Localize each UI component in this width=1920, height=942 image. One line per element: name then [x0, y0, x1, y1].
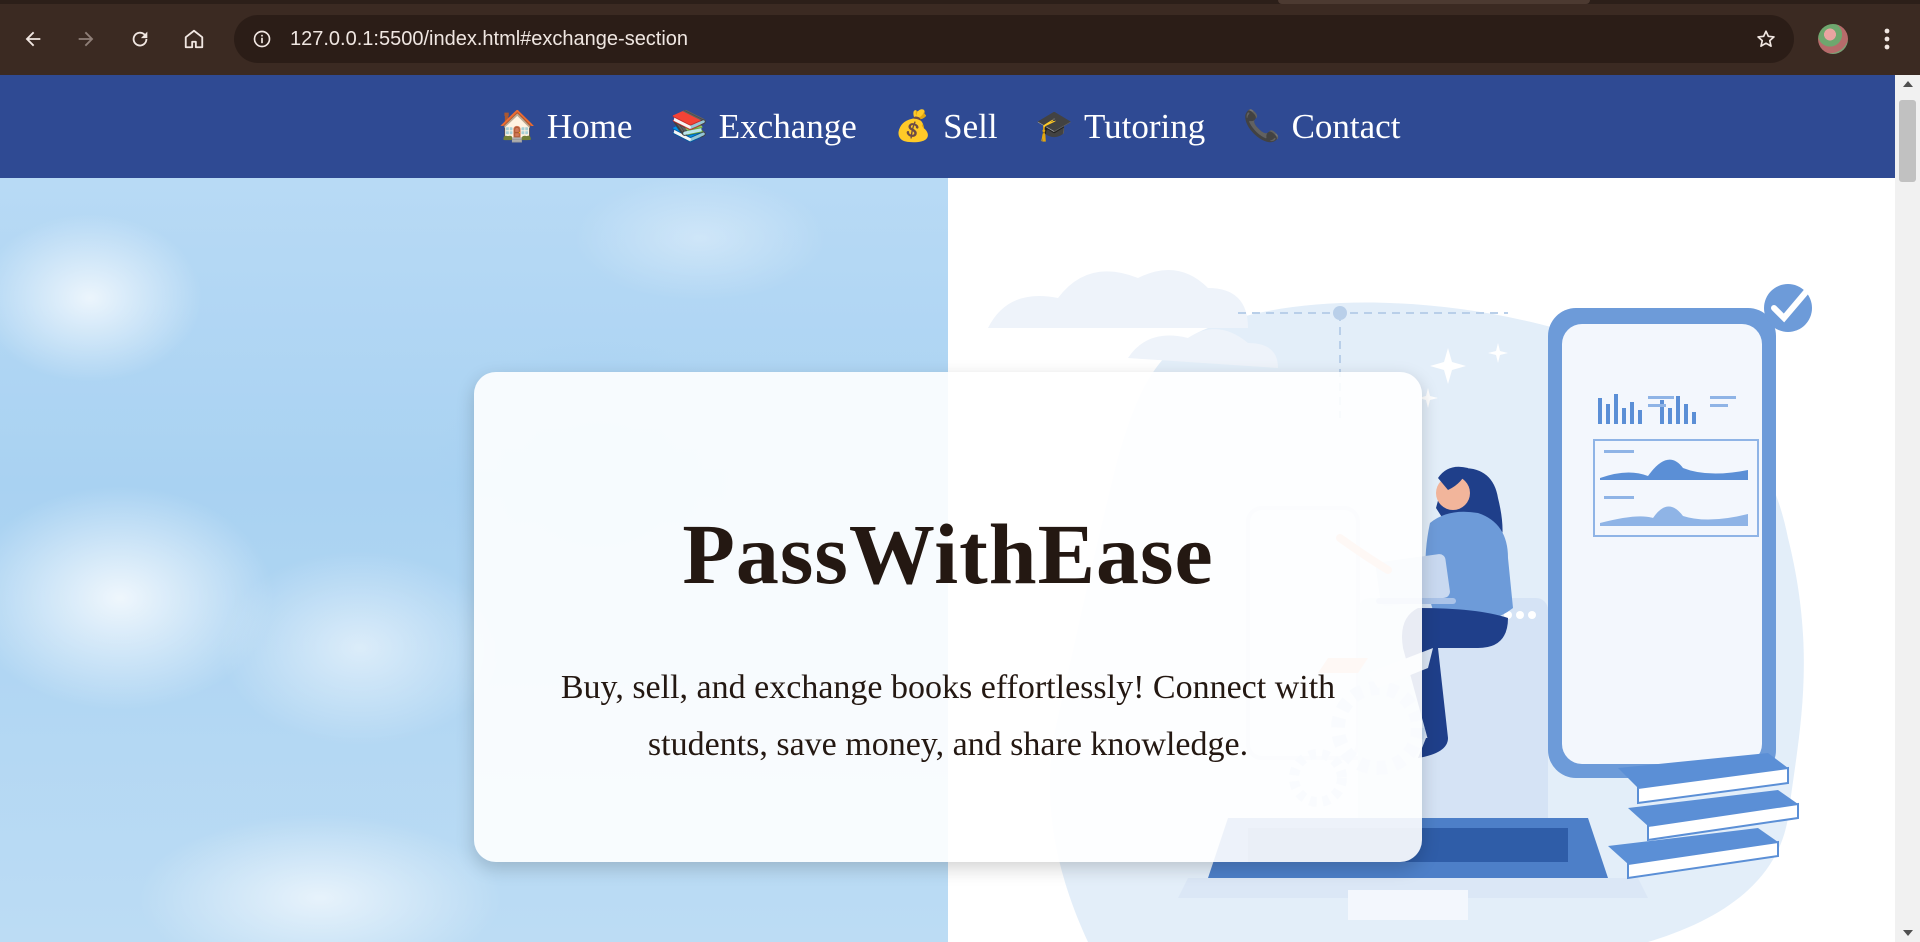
reload-icon: [132, 31, 148, 47]
hero-section: PassWithEase Buy, sell, and exchange boo…: [0, 178, 1895, 942]
hero-card: PassWithEase Buy, sell, and exchange boo…: [474, 372, 1422, 862]
money-bag-icon: 💰: [894, 109, 933, 143]
home-button[interactable]: [176, 21, 212, 57]
nav-link-label: Home: [546, 106, 633, 146]
telephone-icon: 📞: [1243, 109, 1281, 143]
address-bar[interactable]: 127.0.0.1:5500/index.html#exchange-secti…: [234, 15, 1794, 63]
profile-avatar[interactable]: [1818, 24, 1848, 54]
kebab-menu-icon: [1884, 28, 1890, 50]
scroll-up-arrow[interactable]: [1895, 75, 1920, 93]
nav-link-label: Tutoring: [1083, 106, 1206, 146]
tab-strip-highlight: [1278, 0, 1590, 4]
site-navbar: 🏠 Home 📚 Exchange 💰 Sell 🎓 Tutoring 📞 Co…: [0, 75, 1895, 178]
page-scrollbar[interactable]: [1895, 75, 1920, 942]
star-icon[interactable]: [1754, 27, 1778, 51]
reload-button[interactable]: [122, 21, 158, 57]
nav-link-sell[interactable]: 💰 Sell: [895, 107, 998, 147]
arrow-right-icon: [78, 31, 94, 47]
books-icon: 📚: [670, 109, 708, 143]
browser-toolbar: 127.0.0.1:5500/index.html#exchange-secti…: [0, 0, 1920, 75]
nav-link-home[interactable]: 🏠 Home: [499, 107, 633, 147]
hero-title: PassWithEase: [682, 506, 1214, 602]
graduation-cap-icon: 🎓: [1035, 109, 1073, 143]
nav-link-contact[interactable]: 📞 Contact: [1243, 107, 1400, 147]
hero-description: Buy, sell, and exchange books effortless…: [560, 669, 1336, 763]
nav-link-exchange[interactable]: 📚 Exchange: [670, 107, 856, 147]
scrollbar-thumb[interactable]: [1899, 100, 1916, 182]
triangle-up-icon: [1902, 81, 1913, 87]
house-icon: 🏠: [498, 109, 536, 143]
url-text[interactable]: 127.0.0.1:5500/index.html#exchange-secti…: [290, 27, 688, 51]
scroll-down-arrow[interactable]: [1895, 924, 1920, 942]
nav-link-label: Exchange: [718, 106, 857, 146]
nav-link-label: Contact: [1291, 106, 1401, 146]
browser-menu-button[interactable]: [1872, 21, 1902, 57]
tab-strip: [0, 0, 1920, 4]
forward-button[interactable]: [68, 21, 104, 57]
back-button[interactable]: [15, 21, 51, 57]
web-page: 🏠 Home 📚 Exchange 💰 Sell 🎓 Tutoring 📞 Co…: [0, 75, 1895, 942]
info-icon[interactable]: [250, 27, 274, 51]
home-icon: [184, 29, 204, 49]
triangle-down-icon: [1902, 930, 1913, 936]
arrow-left-icon: [25, 31, 41, 47]
nav-link-label: Sell: [943, 106, 998, 146]
nav-link-tutoring[interactable]: 🎓 Tutoring: [1036, 107, 1206, 147]
